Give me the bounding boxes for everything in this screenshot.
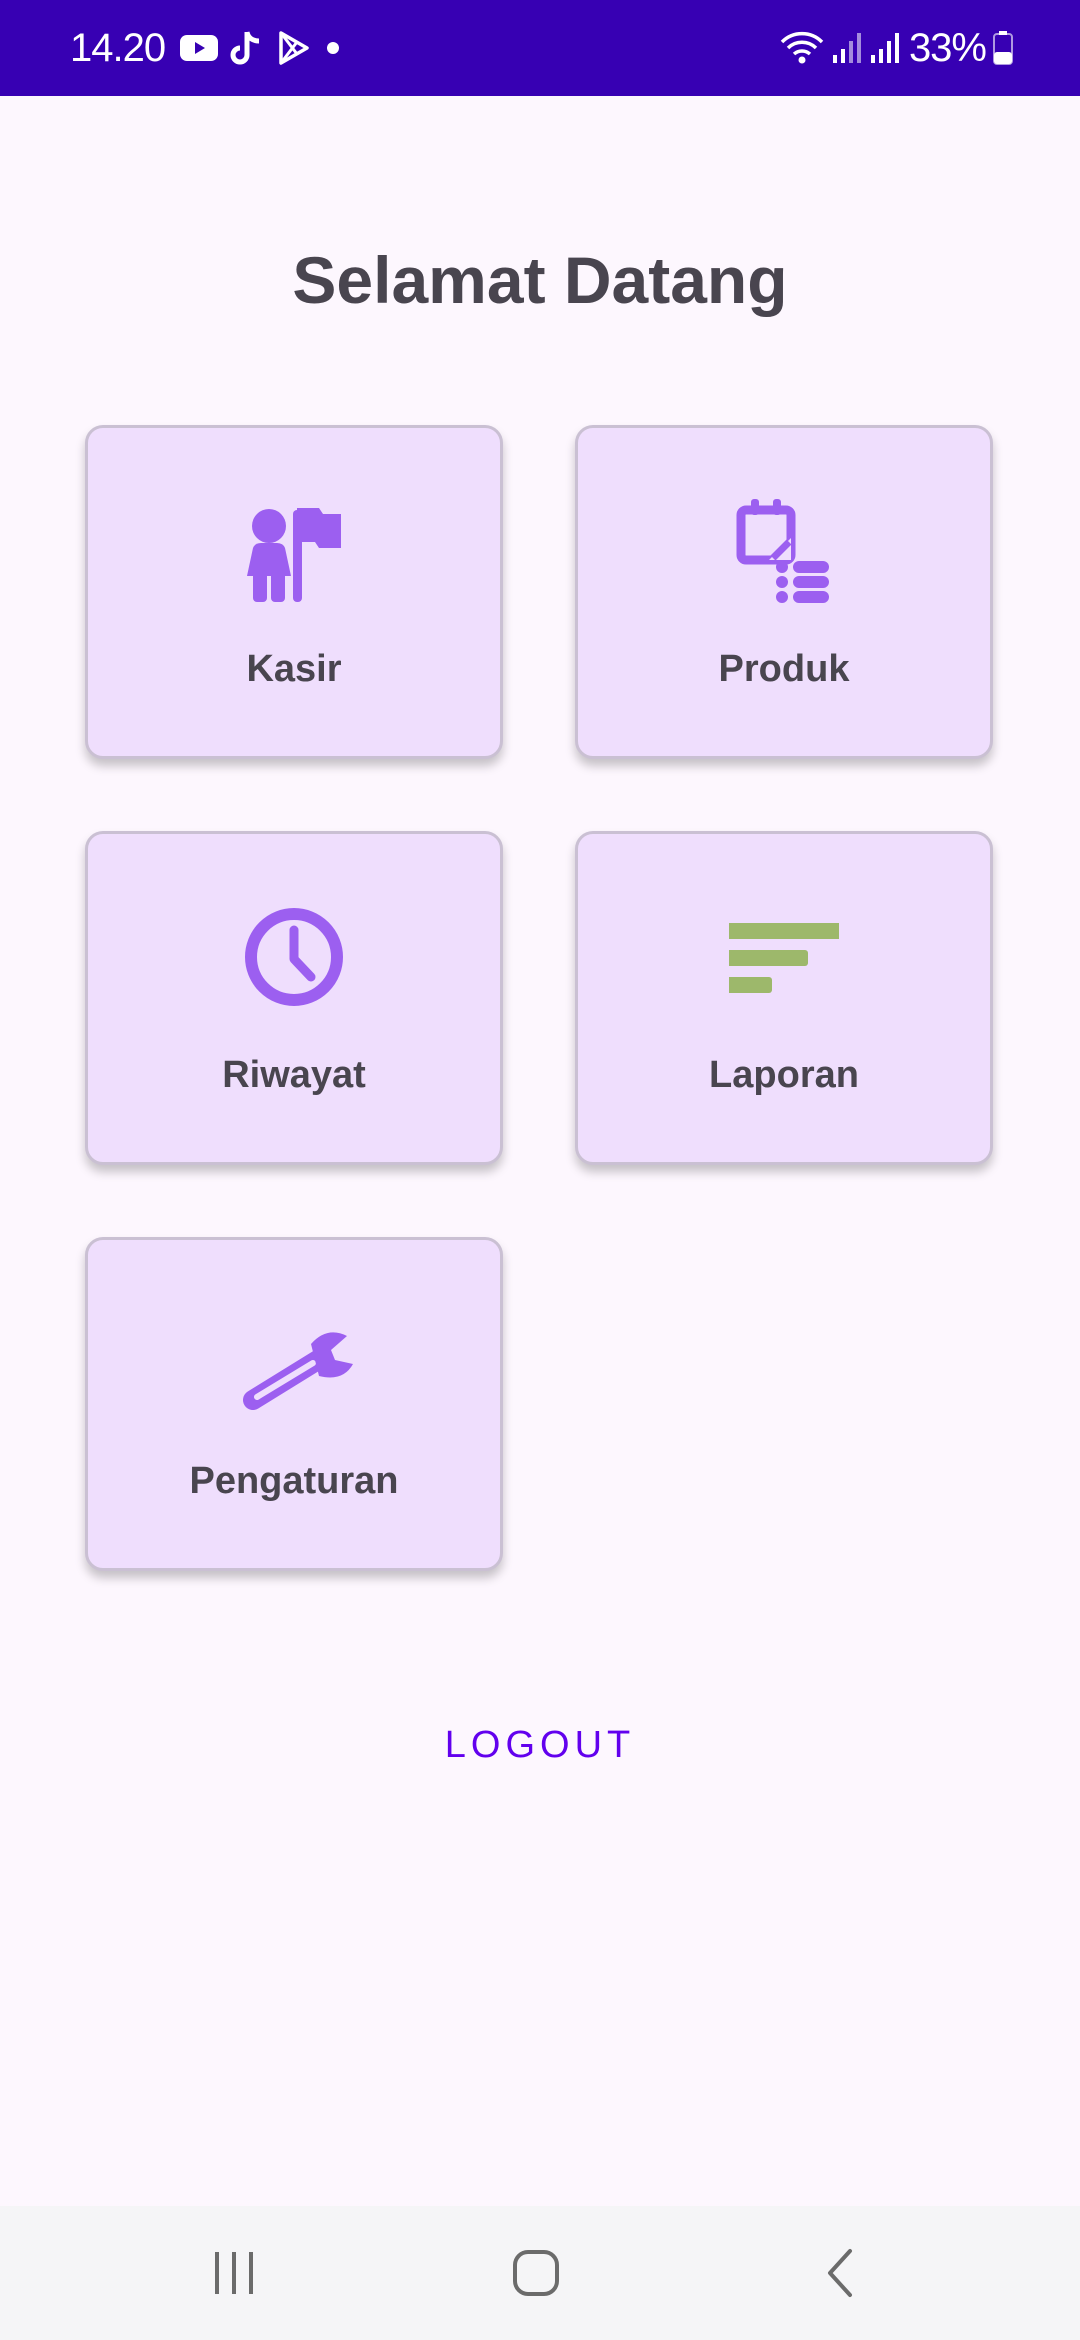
menu-card-riwayat[interactable]: Riwayat xyxy=(85,831,503,1165)
menu-card-label: Laporan xyxy=(709,1054,859,1096)
home-button[interactable] xyxy=(446,2206,626,2340)
page-title: Selamat Datang xyxy=(292,243,788,317)
youtube-icon xyxy=(180,35,219,61)
play-store-icon xyxy=(279,31,309,65)
battery-percentage: 33% xyxy=(908,25,987,70)
notification-icons xyxy=(179,29,355,67)
status-right: 33% xyxy=(773,0,1014,96)
signal-icon xyxy=(832,33,861,63)
product-list-icon xyxy=(736,499,829,603)
menu-card-pengaturan[interactable]: Pengaturan xyxy=(85,1237,503,1571)
menu-card-label: Riwayat xyxy=(222,1054,366,1096)
wrench-icon xyxy=(243,1332,353,1410)
status-time: 14.20 xyxy=(70,25,166,70)
recent-apps-button[interactable] xyxy=(144,2206,324,2340)
logout-button[interactable]: LOGOUT xyxy=(390,1714,690,1776)
cashier-person-flag-icon xyxy=(247,508,341,602)
menu-card-label: Pengaturan xyxy=(189,1460,399,1502)
menu-card-label: Kasir xyxy=(246,648,342,690)
menu-card-label: Produk xyxy=(718,648,850,690)
back-button[interactable] xyxy=(750,2206,930,2340)
clock-icon xyxy=(245,908,343,1006)
menu-card-laporan[interactable]: Laporan xyxy=(575,831,993,1165)
battery-icon xyxy=(993,31,1013,65)
sort-lines-icon xyxy=(729,923,839,993)
menu-card-kasir[interactable]: Kasir xyxy=(85,425,503,759)
notification-dot-icon xyxy=(327,42,340,54)
wifi-icon xyxy=(780,31,824,64)
tiktok-icon xyxy=(230,31,260,65)
status-bar: 14.20 33% xyxy=(0,0,1080,96)
system-nav-bar xyxy=(0,2206,1080,2340)
status-left: 14.20 xyxy=(70,0,355,96)
signal-icon xyxy=(870,33,899,63)
menu-card-produk[interactable]: Produk xyxy=(575,425,993,759)
recent-apps-icon xyxy=(215,2252,253,2294)
home-icon xyxy=(513,2250,559,2296)
back-icon xyxy=(828,2249,852,2297)
